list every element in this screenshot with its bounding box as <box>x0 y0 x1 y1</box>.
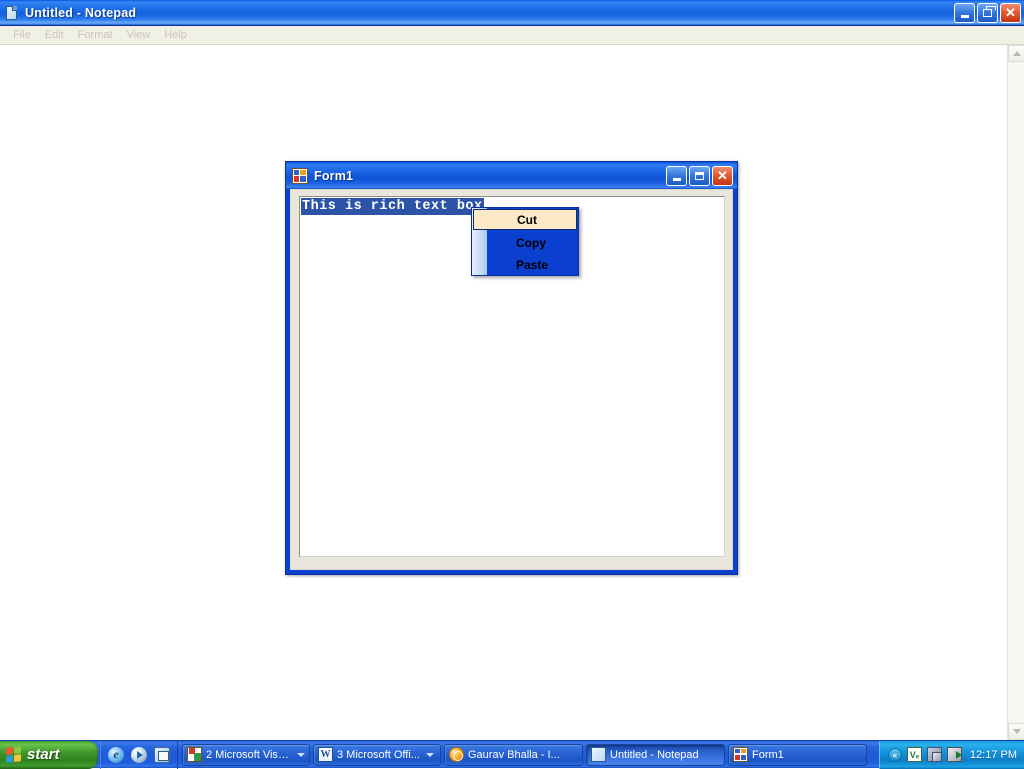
show-desktop-icon[interactable] <box>154 746 170 763</box>
antivirus-icon[interactable]: Vₑ <box>906 747 922 762</box>
taskbar-button-microsoft-office[interactable]: W 3 Microsoft Offi... <box>313 743 441 766</box>
tray-expand-chevron-icon[interactable]: « <box>887 747 902 762</box>
volume-icon[interactable] <box>946 747 962 762</box>
taskbar-button-notepad[interactable]: Untitled - Notepad <box>586 743 725 766</box>
taskbar-buttons: 2 Microsoft Visu... W 3 Microsoft Offi..… <box>178 741 879 769</box>
taskbar-button-form1[interactable]: Form1 <box>728 743 867 766</box>
chevron-down-icon[interactable] <box>297 752 305 757</box>
word-icon: W <box>318 747 333 762</box>
notepad-close-button[interactable]: ✕ <box>1000 3 1021 23</box>
winforms-icon <box>733 747 748 762</box>
context-menu-item-cut-label: Cut <box>517 212 537 227</box>
taskbar-clock[interactable]: 12:17 PM <box>970 749 1017 761</box>
form1-close-button[interactable]: ✕ <box>712 166 733 186</box>
messenger-icon <box>449 747 464 762</box>
notepad-icon <box>591 747 606 762</box>
context-menu: Cut Copy Paste <box>471 207 579 276</box>
menu-item-help[interactable]: Help <box>157 28 194 42</box>
start-button-label: start <box>27 746 60 763</box>
menu-item-view[interactable]: View <box>120 28 158 42</box>
menu-item-file[interactable]: File <box>6 28 38 42</box>
menu-item-format[interactable]: Format <box>71 28 120 42</box>
windows-media-player-icon[interactable] <box>131 746 147 763</box>
winforms-icon <box>292 167 308 184</box>
notepad-restore-button[interactable] <box>977 3 998 23</box>
windows-flag-icon <box>6 745 22 764</box>
context-menu-item-copy[interactable]: Copy <box>472 232 578 253</box>
taskbar-button-label: Untitled - Notepad <box>610 748 699 761</box>
system-tray: « Vₑ 12:17 PM <box>878 740 1024 769</box>
taskbar-button-label: Gaurav Bhalla - I... <box>468 748 560 761</box>
quick-launch-bar: e <box>100 740 178 769</box>
notepad-minimize-button[interactable] <box>954 3 975 23</box>
scroll-down-arrow-icon[interactable] <box>1008 723 1024 740</box>
form1-minimize-button[interactable] <box>666 166 687 186</box>
context-menu-item-paste[interactable]: Paste <box>472 254 578 275</box>
chevron-down-icon[interactable] <box>425 752 434 757</box>
taskbar: start e 2 Microsoft Visu... W 3 Microsof… <box>0 740 1024 769</box>
notepad-icon[interactable] <box>4 5 20 21</box>
scroll-up-arrow-icon[interactable] <box>1008 45 1024 62</box>
notepad-menubar: File Edit Format View Help <box>0 26 1024 44</box>
network-connection-icon[interactable] <box>926 747 942 762</box>
rich-text-box-selected-text[interactable]: This is rich text box <box>301 198 484 215</box>
taskbar-button-label: Form1 <box>752 748 784 761</box>
form1-title: Form1 <box>314 168 354 183</box>
start-button[interactable]: start <box>0 740 98 769</box>
form1-maximize-button[interactable] <box>689 166 710 186</box>
visual-studio-icon <box>187 747 202 762</box>
context-menu-item-copy-label: Copy <box>516 235 546 250</box>
taskbar-button-label: 2 Microsoft Visu... <box>206 748 291 761</box>
notepad-window-buttons: ✕ <box>954 3 1021 23</box>
notepad-titlebar[interactable]: Untitled - Notepad ✕ <box>0 0 1024 26</box>
notepad-vertical-scrollbar[interactable] <box>1007 45 1024 740</box>
notepad-title: Untitled - Notepad <box>25 5 137 20</box>
form1-window-buttons: ✕ <box>666 166 733 186</box>
menu-item-edit[interactable]: Edit <box>38 28 71 42</box>
context-menu-item-paste-label: Paste <box>516 257 549 272</box>
internet-explorer-icon[interactable]: e <box>108 746 124 763</box>
taskbar-button-visual-studio[interactable]: 2 Microsoft Visu... <box>182 743 310 766</box>
context-menu-item-cut[interactable]: Cut <box>473 209 577 230</box>
taskbar-button-label: 3 Microsoft Offi... <box>337 748 420 761</box>
form1-titlebar[interactable]: Form1 ✕ <box>286 162 737 189</box>
taskbar-button-messenger[interactable]: Gaurav Bhalla - I... <box>444 743 583 766</box>
